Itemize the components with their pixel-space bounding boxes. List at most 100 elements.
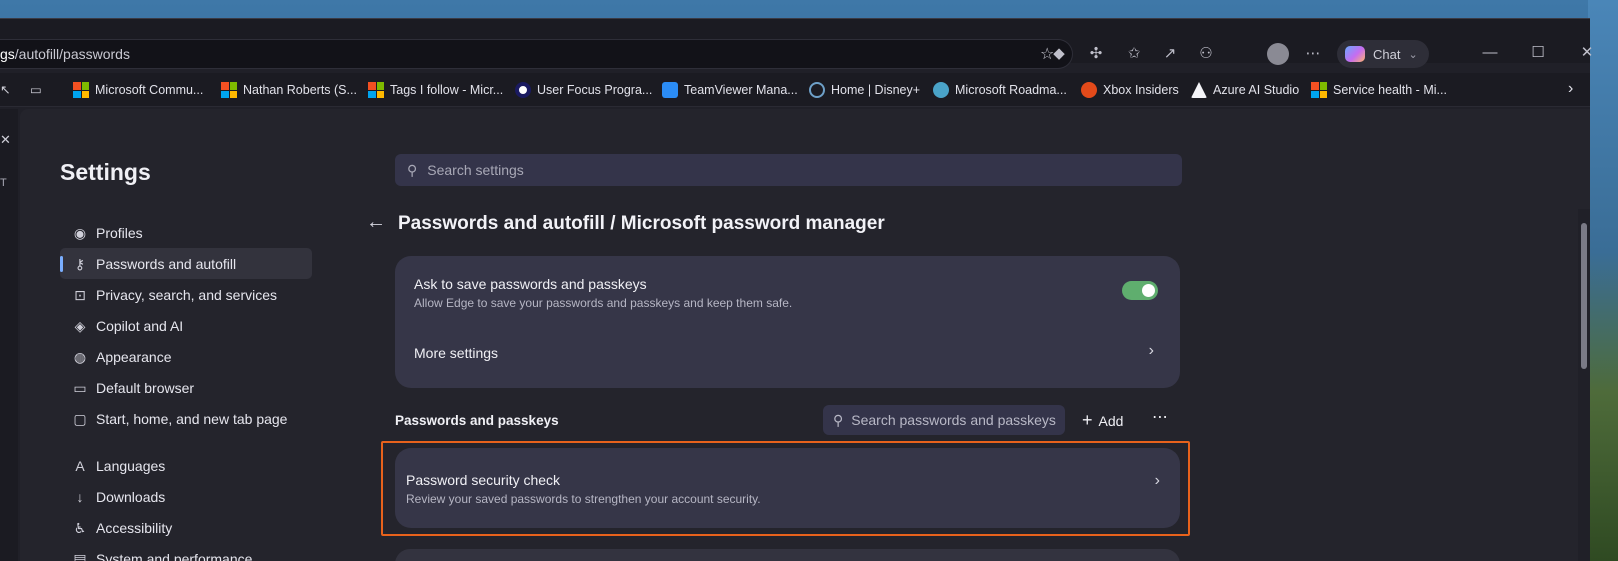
nav-item-start-home[interactable]: ▢ Start, home, and new tab page — [60, 403, 312, 434]
languages-icon: A — [75, 457, 85, 474]
edge-strip-letter: T — [0, 177, 7, 189]
disney-icon — [809, 82, 825, 98]
settings-nav: ◉ Profiles ⚷ Passwords and autofill ⊡ Priva… — [60, 217, 312, 561]
favorites-icon[interactable]: ✩ — [1124, 44, 1144, 64]
favorite-item[interactable]: Microsoft Commu... — [73, 82, 203, 98]
lock-icon: ⊡ — [74, 286, 86, 303]
scrollbar-thumb[interactable] — [1581, 223, 1587, 369]
security-check-row: Password security check Review your save… — [406, 472, 761, 506]
profile-avatar[interactable] — [1267, 43, 1289, 65]
browser-window: gs/autofill/passwords ☆ ◆ ✣ ✩ ↗ ⚇ ⋯ Chat… — [0, 18, 1593, 561]
favorite-label: Microsoft Commu... — [95, 83, 204, 97]
favorite-label: Microsoft Roadma... — [955, 83, 1067, 97]
more-settings-row[interactable]: More settings — [414, 345, 498, 361]
share-icon[interactable]: ↗ — [1160, 44, 1180, 64]
favorite-item[interactable]: Home | Disney+ — [809, 82, 920, 98]
reading-view-icon[interactable]: ▭ — [30, 82, 42, 97]
nav-item-downloads[interactable]: ↓ Downloads — [60, 481, 312, 512]
nav-item-languages[interactable]: A Languages — [60, 450, 312, 481]
nav-item-appearance[interactable]: ◍ Appearance — [60, 341, 312, 372]
nav-item-passwords[interactable]: ⚷ Passwords and autofill — [60, 248, 312, 279]
favorite-item[interactable]: Nathan Roberts (S... — [221, 82, 357, 98]
favorite-label: User Focus Progra... — [537, 83, 653, 97]
copilot-icon — [1345, 46, 1365, 62]
download-icon: ↓ — [76, 488, 84, 505]
favorite-item[interactable]: TeamViewer Mana... — [662, 82, 798, 98]
microsoft-logo-icon — [368, 82, 384, 98]
nav-label: Privacy, search, and services — [96, 286, 278, 303]
ask-save-title: Ask to save passwords and passkeys — [414, 276, 647, 292]
ask-save-toggle[interactable] — [1122, 281, 1158, 300]
profile-icon: ◉ — [73, 224, 87, 241]
collections-icon[interactable]: ⚇ — [1196, 44, 1216, 64]
nav-label: Languages — [96, 457, 166, 474]
microsoft-logo-icon — [221, 82, 237, 98]
teamviewer-icon — [662, 82, 678, 98]
more-menu-icon[interactable]: ⋯ — [1303, 44, 1323, 64]
chevron-down-icon: ⌄ — [1408, 48, 1418, 61]
favorite-label: Xbox Insiders — [1103, 83, 1179, 97]
back-arrow-icon[interactable]: ← — [366, 211, 386, 234]
nav-item-privacy[interactable]: ⊡ Privacy, search, and services — [60, 279, 312, 310]
desktop-background — [1588, 0, 1618, 561]
browser-icon: ▭ — [73, 379, 87, 396]
security-check-title: Password security check — [406, 472, 561, 488]
add-password-button[interactable]: + Add — [1082, 410, 1123, 431]
address-bar[interactable]: gs/autofill/passwords ☆ — [0, 39, 1073, 69]
password-settings-card: Ask to save passwords and passkeys Allow… — [395, 256, 1180, 388]
system-icon: ▤ — [73, 550, 87, 561]
nav-label: Accessibility — [96, 519, 173, 536]
nav-item-system[interactable]: ▤ System and performance — [60, 543, 312, 561]
palette-icon: ◍ — [73, 348, 87, 365]
nav-label: Passwords and autofill — [96, 255, 237, 272]
copilot-chat-button[interactable]: Chat ⌄ — [1337, 40, 1429, 68]
xbox-insiders-icon — [1081, 82, 1097, 98]
security-check-description: Review your saved passwords to strengthe… — [406, 492, 761, 506]
roadmap-icon — [933, 82, 949, 98]
extensions-puzzle-icon[interactable]: ✣ — [1086, 44, 1106, 64]
favorite-label: Service health - Mi... — [1333, 83, 1447, 97]
next-card — [395, 549, 1180, 561]
favorite-label: TeamViewer Mana... — [684, 83, 798, 97]
cursor-icon: ↖ — [0, 83, 11, 97]
nav-item-profiles[interactable]: ◉ Profiles — [60, 217, 312, 248]
chevron-right-icon[interactable]: › — [1568, 80, 1573, 98]
favorite-item[interactable]: User Focus Progra... — [515, 82, 652, 98]
settings-search-input[interactable]: ⚲ Search settings — [395, 154, 1182, 186]
favorite-label: Azure AI Studio — [1213, 83, 1300, 97]
more-options-icon[interactable]: ⋯ — [1152, 407, 1168, 427]
search-placeholder: Search settings — [427, 162, 524, 178]
close-icon[interactable]: ✕ — [0, 132, 11, 148]
favorite-label: Home | Disney+ — [831, 83, 921, 97]
maximize-icon[interactable]: ☐ — [1528, 43, 1548, 63]
microsoft-logo-icon — [1311, 82, 1327, 98]
favorite-item[interactable]: Microsoft Roadma... — [933, 82, 1067, 98]
sidebar-edge: ✕ T — [0, 109, 18, 561]
page-title: Passwords and autofill / Microsoft passw… — [398, 213, 885, 234]
ask-save-row: Ask to save passwords and passkeys Allow… — [414, 276, 792, 310]
chat-label: Chat — [1373, 46, 1401, 62]
chevron-right-icon[interactable]: › — [1149, 342, 1154, 360]
copilot-icon: ◈ — [74, 317, 86, 334]
favorite-item[interactable]: Tags I follow - Micr... — [368, 82, 503, 98]
password-security-check-card[interactable]: Password security check Review your save… — [395, 448, 1180, 528]
nav-label: Appearance — [96, 348, 172, 365]
chevron-right-icon[interactable]: › — [1155, 472, 1160, 490]
nav-label: Default browser — [96, 379, 195, 396]
search-icon: ⚲ — [833, 411, 844, 428]
nav-item-accessibility[interactable]: ♿ Accessibility — [60, 512, 312, 543]
nav-item-default-browser[interactable]: ▭ Default browser — [60, 372, 312, 403]
favorite-item[interactable]: Service health - Mi... — [1311, 82, 1447, 98]
plus-icon: + — [1082, 410, 1093, 430]
accessibility-icon: ♿ — [73, 519, 87, 536]
favorite-item[interactable]: Azure AI Studio — [1191, 82, 1299, 98]
close-icon[interactable]: ✕ — [1577, 43, 1597, 63]
add-label: Add — [1098, 412, 1124, 429]
ask-save-description: Allow Edge to save your passwords and pa… — [414, 296, 793, 310]
minimize-icon[interactable]: — — [1480, 43, 1500, 63]
nav-item-copilot[interactable]: ◈ Copilot and AI — [60, 310, 312, 341]
password-search-input[interactable]: ⚲ Search passwords and passkeys — [823, 405, 1065, 435]
extension-shield-icon[interactable]: ◆ — [1049, 44, 1069, 64]
favorite-item[interactable]: Xbox Insiders — [1081, 82, 1179, 98]
microsoft-logo-icon — [73, 82, 89, 98]
